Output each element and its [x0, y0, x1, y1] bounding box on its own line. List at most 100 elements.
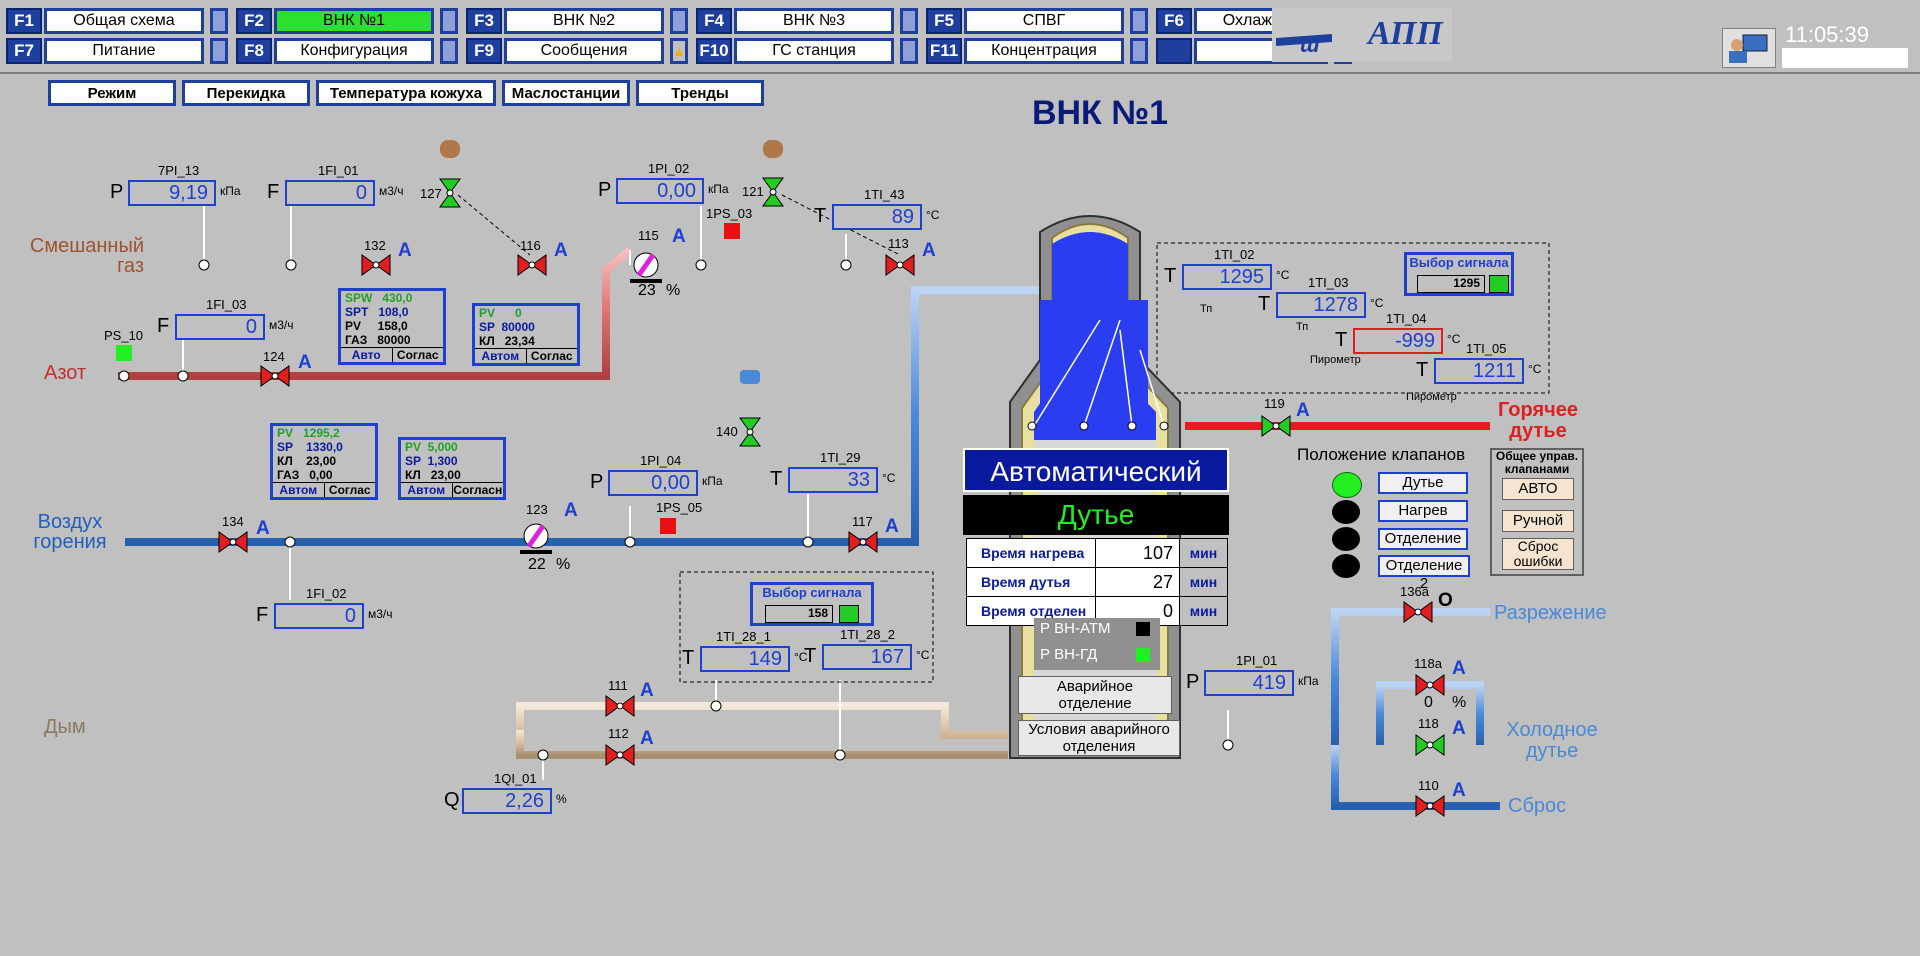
ctrl116-state: Соглас	[530, 349, 573, 363]
valve-percent-unit: %	[666, 282, 681, 299]
sensor-value-f1fi03[interactable]: 0	[175, 314, 265, 340]
valve-positions-title: Положение клапанов	[1297, 445, 1466, 464]
valve-v119-icon[interactable]	[1256, 406, 1296, 446]
sensor-tag: 1TI_03	[1308, 275, 1349, 290]
manual-button[interactable]: Ручной	[1502, 510, 1574, 532]
sensor-value-t1ti43[interactable]: 89	[832, 204, 922, 230]
valve-label: 124	[263, 349, 285, 364]
ctrl116-row: SP 80000	[479, 320, 535, 334]
sensor-prefix: T	[1416, 359, 1429, 381]
controller-116[interactable]: PV 0 SP 80000 КЛ 23,34 Автом Соглас	[472, 303, 580, 366]
valve-v123-icon[interactable]	[516, 516, 556, 556]
ctrl116-mode: Автом	[475, 349, 527, 363]
sensor-tag: 1TI_29	[820, 450, 861, 465]
valve-label: 112	[608, 726, 629, 741]
sensor-value-t1ti29[interactable]: 33	[788, 467, 878, 493]
ctrl134-row: SP 1330,0	[277, 440, 343, 454]
auto-mode-letter: А	[298, 352, 312, 373]
emergency-split-button[interactable]: Аварийное отделение	[1018, 676, 1172, 714]
valve-pos-split[interactable]: Отделение	[1378, 528, 1468, 550]
sensor-value-p7pi13[interactable]: 9,19	[128, 180, 216, 206]
vacuum-label: Разрежение	[1494, 602, 1607, 624]
sensor-prefix: T	[770, 468, 783, 490]
sensor-tag: 1TI_05	[1466, 341, 1507, 356]
ctrl134-row: КЛ 23,00	[277, 454, 337, 468]
emergency-conditions-button[interactable]: Условия аварийного отделения	[1018, 720, 1180, 756]
ctrl123-mode: Автом	[401, 483, 453, 497]
ps10-tag: PS_10	[104, 328, 144, 343]
sensor-value-f1fi01[interactable]: 0	[285, 180, 375, 206]
ctrl116-row: КЛ 23,34	[479, 334, 535, 348]
sensor-value-t1ti282[interactable]: 167	[822, 644, 912, 670]
reset-label: Сброс	[1508, 795, 1567, 817]
open-letter: О	[1438, 590, 1453, 611]
sensor-tag: 7PI_13	[158, 163, 200, 178]
sensor-value-t1ti03[interactable]: 1278	[1276, 292, 1366, 318]
sensor-unit: м3/ч	[379, 184, 404, 198]
times-table: Время нагрева 107 мин Время дутья 27 мин Вре…	[966, 538, 1228, 626]
valve-pos-lamp	[1332, 554, 1360, 578]
pressure-flag-atm-lamp	[1136, 622, 1150, 636]
sensor-sub: Тп	[1296, 321, 1309, 333]
valve-v115-icon[interactable]	[626, 245, 666, 285]
auto-mode-letter: А	[1296, 400, 1310, 421]
sensor-prefix: T	[814, 205, 827, 227]
auto-mode-letter: А	[640, 728, 654, 749]
sensor-value-p1pi01[interactable]: 419	[1204, 670, 1294, 696]
sensor-unit: °C	[1528, 362, 1542, 376]
valve-pos-heat[interactable]: Нагрев	[1378, 500, 1468, 522]
auto-button[interactable]: АВТО	[1502, 478, 1574, 500]
controller-123[interactable]: PV 5,000 SP 1,300 КЛ 23,00 Автом Согласн	[398, 437, 506, 500]
sensor-tag: 1FI_03	[206, 297, 247, 312]
smoke-label: Дым	[44, 716, 86, 738]
ctrl134-mode: Автом	[273, 483, 325, 497]
time-label: Время нагрева	[967, 539, 1095, 567]
sensor-tag: 1TI_28_2	[840, 627, 895, 642]
sensor-prefix: Q	[444, 789, 460, 811]
hot-blast-label: Горячее дутье	[1497, 399, 1579, 442]
sensor-value-f1fi02[interactable]: 0	[274, 603, 364, 629]
valve-pos-split2[interactable]: Отделение 2	[1378, 555, 1470, 592]
sensor-unit: м3/ч	[269, 318, 294, 332]
sensor-value-p1pi02[interactable]: 0,00	[616, 178, 704, 204]
sensor-unit: °C	[1370, 296, 1384, 310]
ctrl116-row: PV 0	[479, 306, 522, 320]
sensor-prefix: F	[267, 181, 280, 203]
ps03-indicator	[724, 223, 740, 239]
auto-mode-letter: А	[398, 240, 412, 261]
pressure-flags: Р ВН-АТМ Р ВН-ГД	[1034, 618, 1160, 670]
controller-132[interactable]: SPW 430,0 SPT 108,0 PV 158,0 ГАЗ 80000 А…	[338, 288, 446, 365]
valve-percent: 23	[638, 282, 656, 299]
ps05-indicator	[660, 518, 676, 534]
sensor-prefix: T	[1258, 293, 1271, 315]
valve-v112-icon[interactable]	[600, 735, 640, 775]
sensor-prefix: P	[1186, 671, 1200, 693]
sensor-value-t1ti05[interactable]: 1211	[1434, 358, 1524, 384]
valve-v113-icon[interactable]	[880, 245, 920, 285]
general-control-title: Общее управ. клапанами	[1495, 449, 1579, 476]
reset-error-button[interactable]: Сброс ошибки	[1502, 538, 1574, 570]
sensor-unit: °C	[1447, 332, 1461, 346]
controller-134[interactable]: PV 1295,2 SP 1330,0 КЛ 23,00 ГАЗ 0,00 Ав…	[270, 423, 378, 500]
sensor-unit: кПа	[702, 474, 723, 488]
general-control-panel: Общее управ. клапанами АВТО Ручной Сброс…	[1490, 448, 1584, 576]
signal-select-hot[interactable]: Выбор сигнала 1295	[1404, 252, 1514, 296]
valve-percent: 22	[528, 556, 546, 573]
auto-mode-letter: А	[1452, 718, 1466, 739]
valve-label: 117	[852, 514, 873, 529]
sensor-value-q1qi01[interactable]: 2,26	[462, 788, 552, 814]
sensor-value-t1ti02[interactable]: 1295	[1182, 264, 1272, 290]
sensor-tag: 1PI_04	[640, 453, 682, 468]
sensor-value-p1pi04[interactable]: 0,00	[608, 470, 698, 496]
sensor-tag: 1TI_43	[864, 187, 905, 202]
time-unit: мин	[1179, 597, 1227, 625]
valve-pos-blast[interactable]: Дутье	[1378, 472, 1468, 494]
valve-v118-icon[interactable]	[1410, 725, 1450, 765]
sensor-sub: Пирометр	[1310, 354, 1361, 366]
sensor-value-t1ti281[interactable]: 149	[700, 646, 790, 672]
valve-label: 119	[1264, 396, 1285, 411]
mode-auto: Автоматический	[963, 448, 1229, 492]
sensor-value-t1ti04[interactable]: -999	[1353, 328, 1443, 354]
signal-select-smoke[interactable]: Выбор сигнала 158	[750, 582, 874, 626]
sensor-unit: кПа	[708, 182, 729, 196]
